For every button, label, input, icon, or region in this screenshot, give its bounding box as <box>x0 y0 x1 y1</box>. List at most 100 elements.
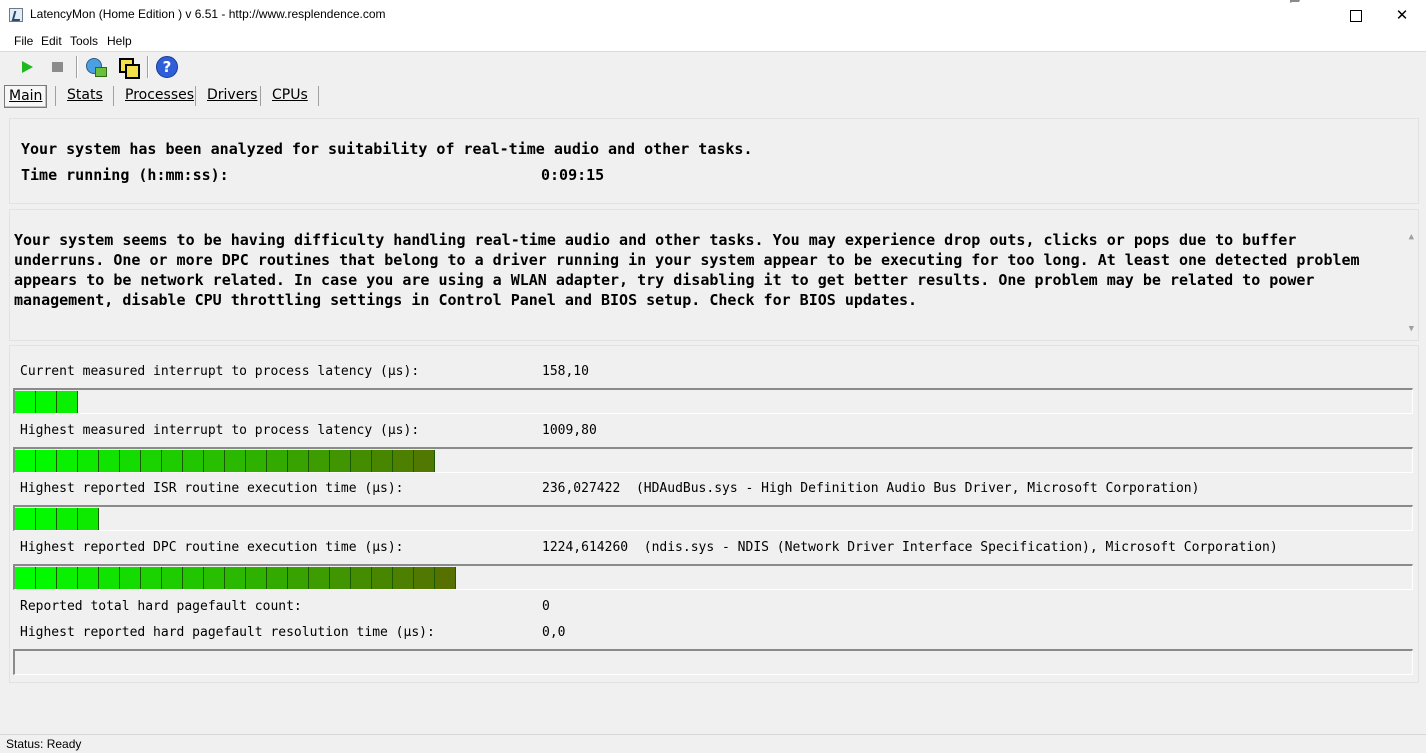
title-bar: LatencyMon (Home Edition ) v 6.51 - http… <box>0 0 1426 31</box>
highest-latency-bar <box>13 447 1413 473</box>
tab-separator <box>55 86 56 106</box>
tab-main[interactable]: Main <box>4 85 48 108</box>
bar-segment <box>372 567 393 589</box>
bar-segment <box>162 567 183 589</box>
play-icon[interactable] <box>15 55 39 79</box>
isr-time-value-row: 236,027422 (HDAudBus.sys - High Definiti… <box>542 481 1199 496</box>
bar-segment <box>225 450 246 472</box>
bar-segment <box>78 450 99 472</box>
conclusion-text: Your system seems to be having difficult… <box>14 231 1360 309</box>
dpc-driver: (ndis.sys - NDIS (Network Driver Interfa… <box>643 540 1278 555</box>
close-icon: ✕ <box>1395 6 1409 24</box>
tab-cpus[interactable]: CPUs <box>268 85 312 106</box>
bar-segment <box>57 391 78 413</box>
metrics-panel: Current measured interrupt to process la… <box>9 345 1419 683</box>
bar-segment <box>204 567 225 589</box>
bar-segment <box>57 508 78 530</box>
toolbar-separator <box>147 56 149 78</box>
windows-icon[interactable] <box>116 55 140 79</box>
bar-segment <box>267 567 288 589</box>
bar-segment <box>141 450 162 472</box>
bar-segment <box>120 567 141 589</box>
minimize-button[interactable] <box>1287 0 1333 31</box>
bar-segment <box>78 567 99 589</box>
help-icon[interactable] <box>155 55 179 79</box>
dpc-time-value-row: 1224,614260 (ndis.sys - NDIS (Network Dr… <box>542 540 1278 555</box>
pagefault-time-value: 0,0 <box>542 625 566 640</box>
isr-time-bar <box>13 505 1413 531</box>
bar-segment <box>15 391 36 413</box>
bar-segment <box>99 567 120 589</box>
bar-segment <box>330 567 351 589</box>
bar-segment <box>36 567 57 589</box>
dpc-time-value: 1224,614260 <box>542 540 629 555</box>
bar-segment <box>78 508 99 530</box>
bar-segment <box>414 450 435 472</box>
bar-segment <box>267 450 288 472</box>
scroll-down-icon[interactable]: ▼ <box>1409 324 1414 334</box>
menu-help[interactable]: Help <box>107 34 132 48</box>
bar-segment <box>57 450 78 472</box>
tab-drivers[interactable]: Drivers <box>203 85 261 106</box>
bar-segment <box>372 450 393 472</box>
toolbar <box>0 52 1426 82</box>
isr-driver: (HDAudBus.sys - High Definition Audio Bu… <box>635 481 1200 496</box>
summary-panel: Your system has been analyzed for suitab… <box>9 118 1419 204</box>
status-bar: Status: Ready <box>0 734 1426 753</box>
analysis-summary: Your system has been analyzed for suitab… <box>21 140 753 158</box>
pagefault-time-bar <box>13 649 1413 675</box>
bar-segment <box>309 567 330 589</box>
bar-segment <box>288 567 309 589</box>
bar-segment <box>141 567 162 589</box>
bar-segment <box>99 450 120 472</box>
pagefault-time-label: Highest reported hard pagefault resoluti… <box>20 625 435 640</box>
menu-file[interactable]: File <box>14 34 33 48</box>
maximize-button[interactable] <box>1333 0 1379 31</box>
menu-bar: File Edit Tools Help <box>0 31 1426 52</box>
bar-segment <box>36 508 57 530</box>
maximize-icon <box>1350 10 1362 22</box>
bar-segment <box>330 450 351 472</box>
menu-tools[interactable]: Tools <box>70 34 98 48</box>
bar-segment <box>309 450 330 472</box>
current-latency-label: Current measured interrupt to process la… <box>20 364 420 379</box>
scan-drivers-icon[interactable] <box>83 55 107 79</box>
tab-separator <box>113 86 114 106</box>
bar-segment <box>393 450 414 472</box>
bar-segment <box>120 450 141 472</box>
bar-segment <box>15 508 36 530</box>
bar-segment <box>183 567 204 589</box>
tab-separator <box>318 86 319 106</box>
pagefault-count-label: Reported total hard pagefault count: <box>20 599 302 614</box>
bar-segment <box>225 567 246 589</box>
status-text: Status: Ready <box>6 737 82 751</box>
tab-bar: Main Stats Processes Drivers CPUs <box>0 82 1426 108</box>
tab-processes[interactable]: Processes <box>121 85 198 106</box>
isr-time-label: Highest reported ISR routine execution t… <box>20 481 404 496</box>
highest-latency-label: Highest measured interrupt to process la… <box>20 423 420 438</box>
bar-segment <box>36 450 57 472</box>
bar-segment <box>246 567 267 589</box>
conclusion-panel: Your system seems to be having difficult… <box>9 209 1419 341</box>
close-button[interactable]: ✕ <box>1379 0 1425 31</box>
app-icon <box>9 8 23 22</box>
bar-segment <box>204 450 225 472</box>
bar-segment <box>57 567 78 589</box>
bar-segment <box>15 567 36 589</box>
pagefault-count-value: 0 <box>542 599 550 614</box>
bar-segment <box>15 450 36 472</box>
menu-edit[interactable]: Edit <box>41 34 62 48</box>
bar-segment <box>351 567 372 589</box>
tab-separator <box>260 86 261 106</box>
scroll-up-icon[interactable]: ▲ <box>1409 232 1414 242</box>
bar-segment <box>435 567 456 589</box>
stop-icon[interactable] <box>46 55 70 79</box>
isr-time-value: 236,027422 <box>542 481 621 496</box>
tab-stats[interactable]: Stats <box>63 85 107 106</box>
window-title: LatencyMon (Home Edition ) v 6.51 - http… <box>30 7 386 21</box>
time-running-label: Time running (h:mm:ss): <box>21 166 229 184</box>
bar-segment <box>288 450 309 472</box>
dpc-time-bar <box>13 564 1413 590</box>
bar-segment <box>351 450 372 472</box>
toolbar-separator <box>76 56 78 78</box>
